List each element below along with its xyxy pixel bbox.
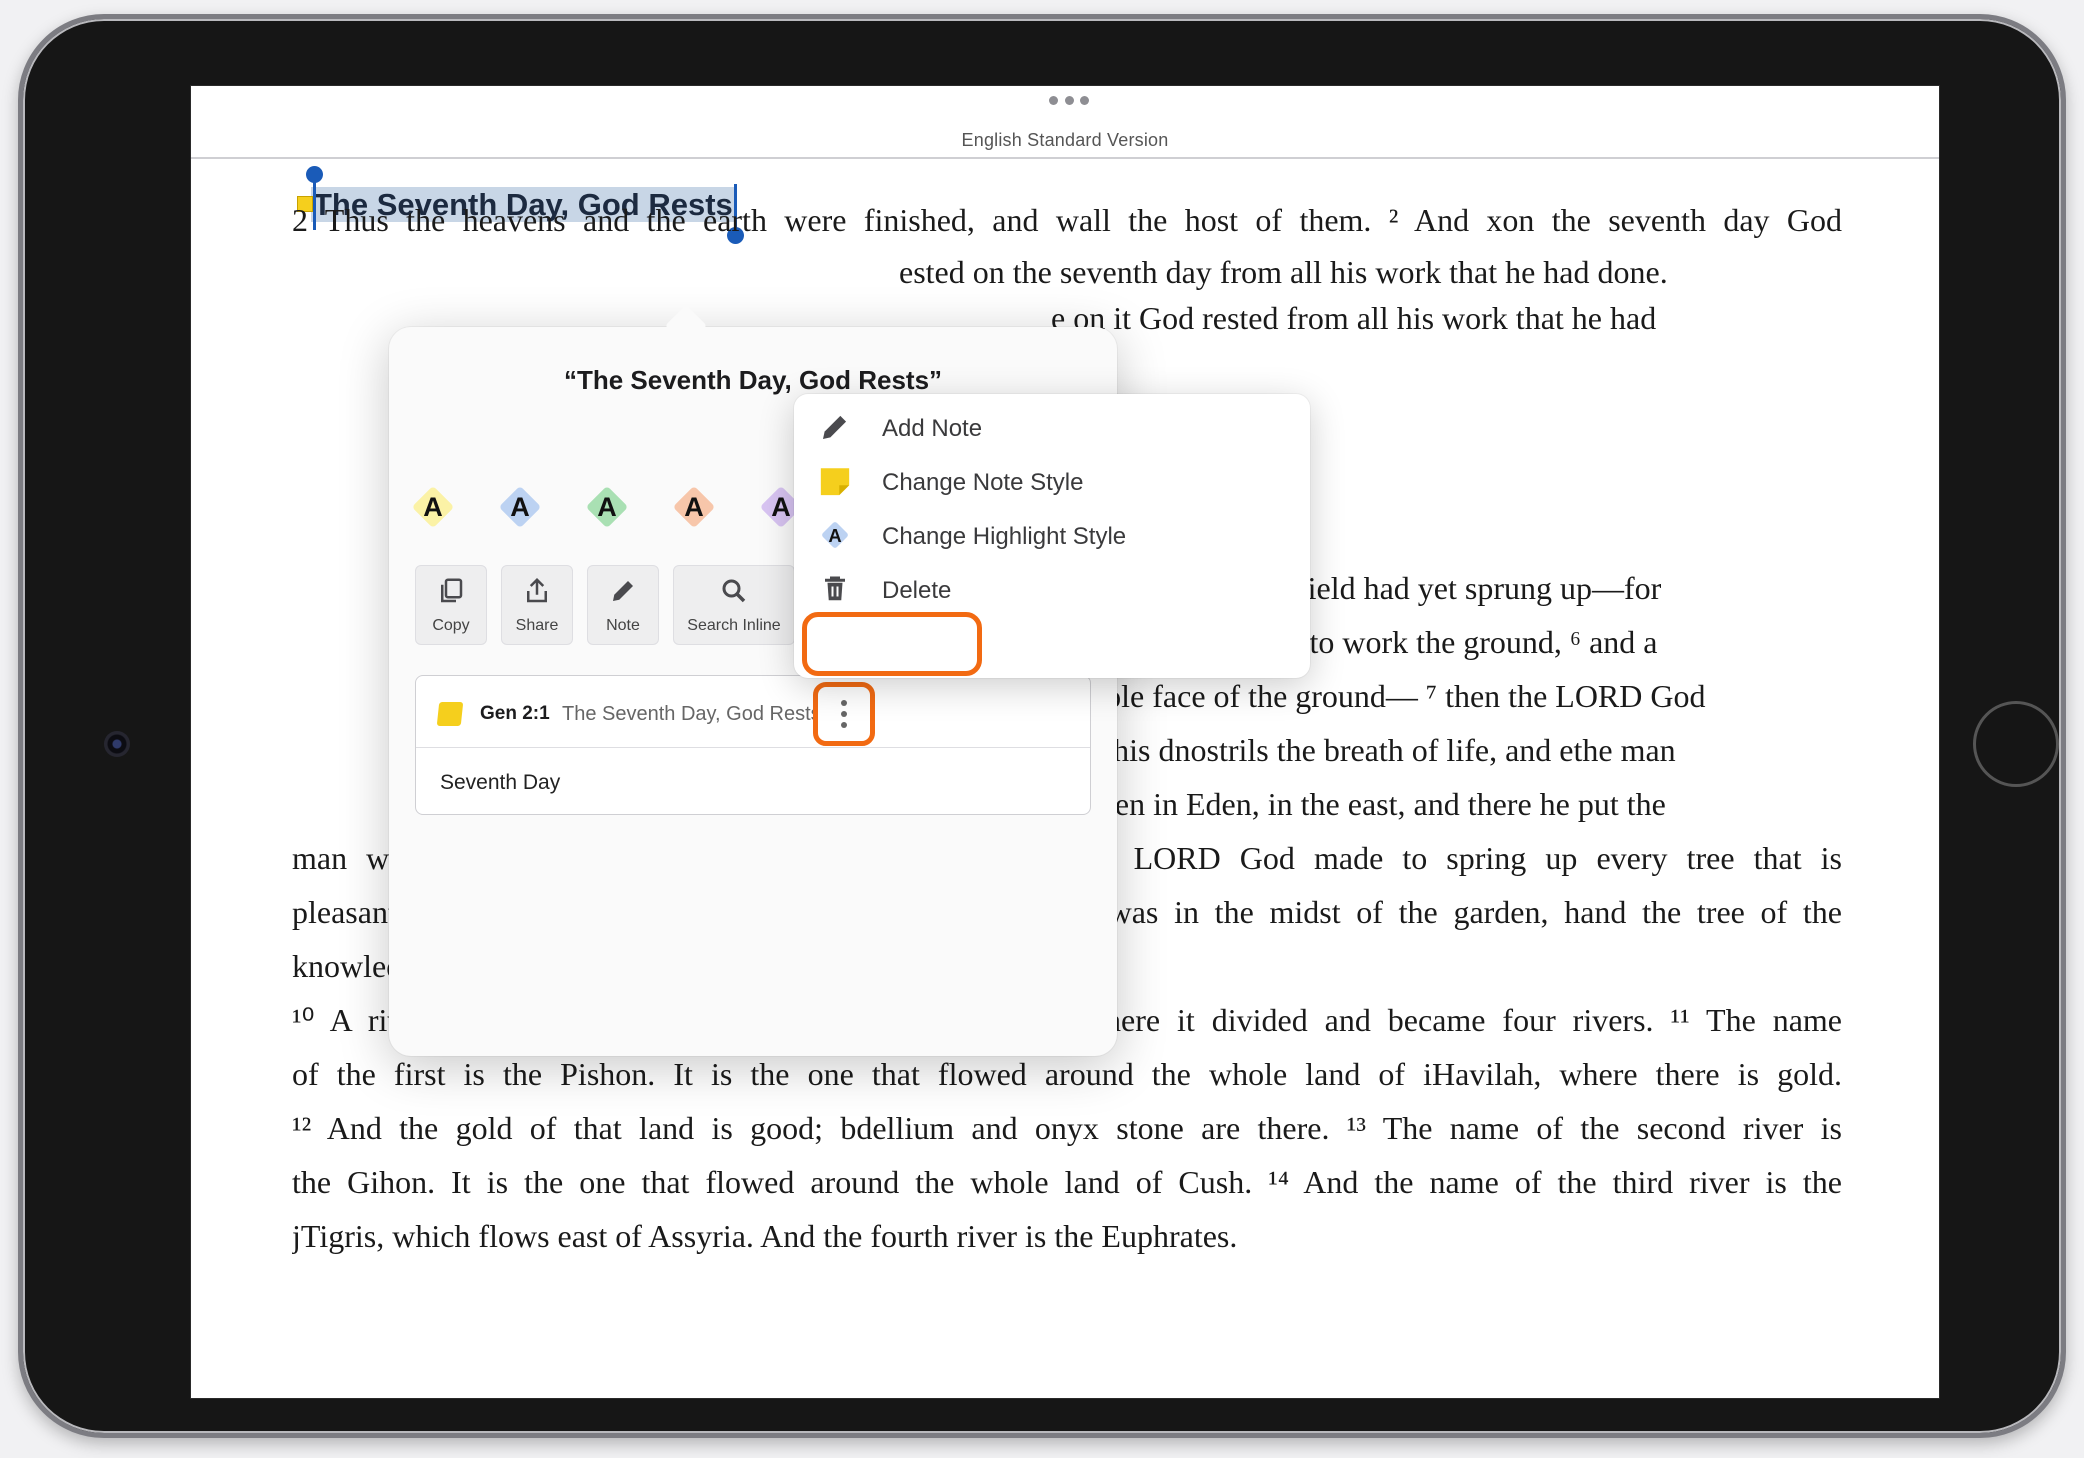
front-camera — [104, 731, 130, 757]
share-icon — [527, 577, 547, 603]
verse-line[interactable]: ¹² And the gold of that land is good; bd… — [292, 1104, 1842, 1152]
ipad-frame: English Standard Version The Seventh Day… — [18, 14, 2066, 1438]
kebab-dot — [841, 711, 847, 717]
note-body[interactable]: Seventh Day — [440, 771, 560, 795]
highlight-style-icon: A — [818, 518, 852, 552]
highlight-swatch-yellow[interactable]: A — [409, 483, 457, 531]
delete-menu-item[interactable]: Delete — [794, 556, 1310, 616]
search-inline-button[interactable]: Search Inline — [673, 565, 795, 645]
note-card[interactable]: Gen 2:1 The Seventh Day, God Rests Seven… — [415, 675, 1091, 815]
reader-top-bar: English Standard Version — [191, 86, 1939, 159]
kebab-dot — [841, 722, 847, 728]
note-card-header: Gen 2:1 The Seventh Day, God Rests — [416, 676, 1090, 748]
copy-icon — [441, 578, 463, 603]
note-heading: The Seventh Day, God Rests — [562, 703, 821, 725]
note-style-icon — [436, 702, 464, 726]
delete-highlight-ring — [802, 612, 982, 676]
note-button[interactable]: Note — [587, 565, 659, 645]
home-button[interactable] — [1973, 701, 2059, 787]
pencil-icon — [818, 410, 852, 444]
more-dots-icon[interactable] — [1049, 96, 1089, 108]
verse-line[interactable]: of the first is the Pishon. It is the on… — [292, 1050, 1842, 1098]
share-button[interactable]: Share — [501, 565, 573, 645]
note-style-icon — [818, 464, 852, 498]
add-note-menu-item[interactable]: Add Note — [794, 394, 1310, 454]
note-context-menu: Add Note Change Note Style A Change High… — [794, 394, 1310, 678]
trash-icon — [818, 572, 852, 606]
bible-version-title[interactable]: English Standard Version — [191, 130, 1939, 151]
note-reference: Gen 2:1 — [480, 703, 550, 724]
verse-line[interactable]: ested on the seventh day from all his wo… — [899, 248, 1842, 296]
verse-line[interactable]: 2 Thus the heavens and the earth were fi… — [292, 196, 1842, 244]
highlight-swatch-green[interactable]: A — [583, 483, 631, 531]
copy-button[interactable]: Copy — [415, 565, 487, 645]
search-icon — [722, 579, 746, 603]
change-note-style-menu-item[interactable]: Change Note Style — [794, 448, 1310, 508]
highlight-swatch-orange[interactable]: A — [670, 483, 718, 531]
verse-line[interactable]: the Gihon. It is the one that flowed aro… — [292, 1158, 1842, 1206]
panel-title: “The Seventh Day, God Rests” — [563, 365, 943, 395]
highlight-swatch-blue[interactable]: A — [496, 483, 544, 531]
verse-line[interactable]: jTigris, which flows east of Assyria. An… — [292, 1212, 1842, 1260]
kebab-dot — [841, 700, 847, 706]
change-highlight-style-menu-item[interactable]: A Change Highlight Style — [794, 502, 1310, 562]
note-more-options-button[interactable] — [813, 682, 875, 746]
verse-line[interactable]: e on it God rested from all his work tha… — [1051, 294, 1842, 342]
reader-screen: English Standard Version The Seventh Day… — [190, 85, 1940, 1399]
svg-text:A: A — [828, 525, 841, 546]
pencil-icon — [613, 581, 633, 601]
